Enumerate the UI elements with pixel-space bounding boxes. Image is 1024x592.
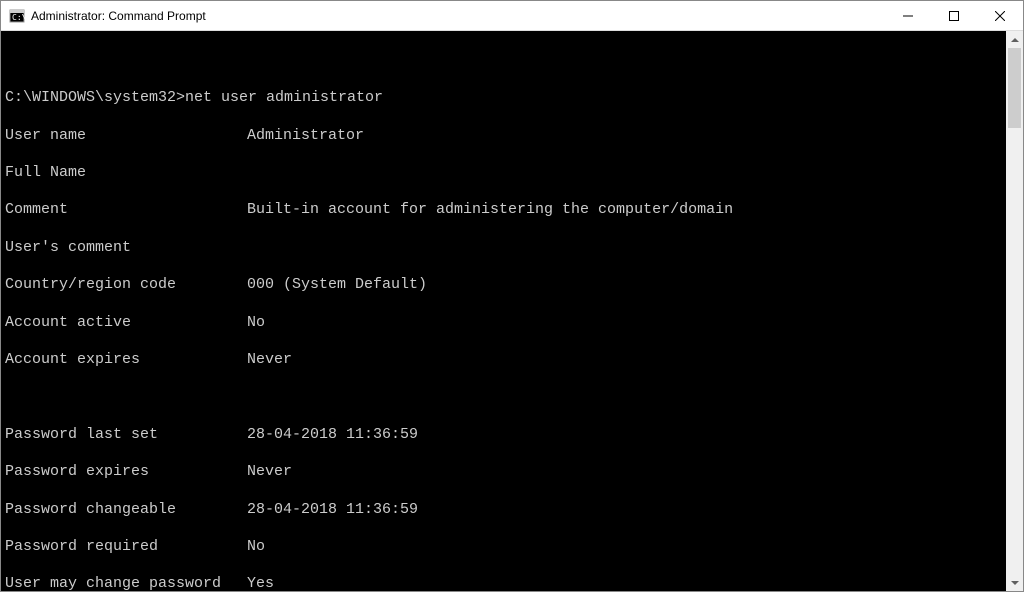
output-row-password-last-set: Password last set‎28-‎04-‎2018 11:36:59 (5, 426, 1006, 445)
prompt-path: C:\WINDOWS\system32> (5, 89, 185, 106)
close-button[interactable] (977, 1, 1023, 30)
output-row-password-required: Password requiredNo (5, 538, 1006, 557)
field-label: Account active (5, 314, 247, 333)
blank-line (5, 52, 1006, 71)
output-row-user-name: User nameAdministrator (5, 127, 1006, 146)
window-controls (885, 1, 1023, 30)
output-row-password-changeable: Password changeable‎28-‎04-‎2018 11:36:5… (5, 501, 1006, 520)
field-label: Password expires (5, 463, 247, 482)
field-label: Password changeable (5, 501, 247, 520)
scroll-thumb[interactable] (1008, 48, 1021, 128)
field-label: Password required (5, 538, 247, 557)
titlebar[interactable]: C:\ Administrator: Command Prompt (1, 1, 1023, 31)
terminal-output[interactable]: C:\WINDOWS\system32>net user administrat… (1, 31, 1006, 591)
field-label: Country/region code (5, 276, 247, 295)
field-label: User's comment (5, 239, 247, 258)
field-value: No (247, 314, 265, 331)
maximize-button[interactable] (931, 1, 977, 30)
field-value: Built-in account for administering the c… (247, 201, 733, 218)
output-row-account-active: Account activeNo (5, 314, 1006, 333)
scroll-down-arrow-icon[interactable] (1006, 574, 1023, 591)
output-row-password-expires: Password expiresNever (5, 463, 1006, 482)
field-value: ‎28-‎04-‎2018 11:36:59 (247, 501, 418, 518)
output-row-full-name: Full Name (5, 164, 1006, 183)
field-value: Never (247, 351, 292, 368)
field-value: Never (247, 463, 292, 480)
field-value: Yes (247, 575, 274, 591)
command-prompt-window: C:\ Administrator: Command Prompt C:\WIN… (0, 0, 1024, 592)
field-value: Administrator (247, 127, 364, 144)
vertical-scrollbar[interactable] (1006, 31, 1023, 591)
field-label: Full Name (5, 164, 247, 183)
output-row-user-may-change-password: User may change passwordYes (5, 575, 1006, 591)
scroll-track[interactable] (1006, 48, 1023, 574)
field-value: ‎28-‎04-‎2018 11:36:59 (247, 426, 418, 443)
output-row-account-expires: Account expiresNever (5, 351, 1006, 370)
command-line: C:\WINDOWS\system32>net user administrat… (5, 89, 1006, 108)
scroll-up-arrow-icon[interactable] (1006, 31, 1023, 48)
terminal-area: C:\WINDOWS\system32>net user administrat… (1, 31, 1023, 591)
window-title: Administrator: Command Prompt (31, 9, 885, 23)
cmd-icon: C:\ (9, 8, 25, 24)
field-value: 000 (System Default) (247, 276, 427, 293)
field-value: No (247, 538, 265, 555)
output-row-users-comment: User's comment (5, 239, 1006, 258)
svg-text:C:\: C:\ (12, 13, 25, 22)
field-label: Comment (5, 201, 247, 220)
field-label: Account expires (5, 351, 247, 370)
minimize-button[interactable] (885, 1, 931, 30)
entered-command: net user administrator (185, 89, 383, 106)
output-row-comment: CommentBuilt-in account for administerin… (5, 201, 1006, 220)
blank-line (5, 388, 1006, 407)
field-label: Password last set (5, 426, 247, 445)
field-label: User may change password (5, 575, 247, 591)
output-row-country-code: Country/region code000 (System Default) (5, 276, 1006, 295)
field-label: User name (5, 127, 247, 146)
